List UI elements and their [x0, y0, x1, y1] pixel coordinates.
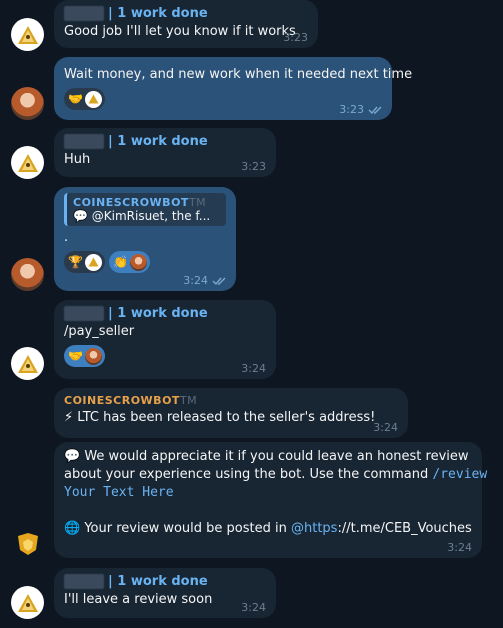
- message-text: Huh: [64, 152, 91, 167]
- message-time: 3:23: [339, 103, 364, 116]
- sender-name[interactable]: | 1 work done: [64, 306, 266, 323]
- bot-avatar[interactable]: [11, 527, 44, 560]
- message-text: /pay_seller: [64, 324, 135, 339]
- message-text: Good job I'll let you know if it works: [64, 24, 296, 39]
- reaction-clap[interactable]: 👏: [108, 251, 150, 273]
- double-check-icon: [368, 106, 382, 115]
- sender-name[interactable]: | 1 work done: [64, 6, 308, 23]
- message-bubble-7[interactable]: 💬 We would appreciate it if you could le…: [54, 442, 488, 558]
- sender-name-redacted: [64, 6, 104, 21]
- pyramid-avatar: [84, 90, 102, 108]
- message-time: 3:23: [283, 31, 308, 44]
- pyramid-avatar[interactable]: [11, 146, 44, 179]
- message-time: 3:24: [447, 541, 472, 554]
- reaction-trophy[interactable]: 🏆: [64, 251, 105, 273]
- message-bubble-3[interactable]: | 1 work done Huh 3:23: [54, 128, 276, 177]
- message-time: 3:24: [183, 274, 208, 287]
- message-text: ⚡ LTC has been released to the seller's …: [64, 410, 376, 425]
- command-example: Your Text Here: [64, 485, 174, 500]
- quote-sender: COINESCROWBOTTM: [73, 196, 207, 209]
- message-bubble-2[interactable]: Wait money, and new work when it needed …: [54, 57, 413, 120]
- sender-name[interactable]: | 1 work done: [64, 574, 266, 591]
- reactions: 🏆 👏: [64, 251, 226, 273]
- review-command[interactable]: /review: [432, 467, 487, 482]
- reaction-handshake[interactable]: 🤝: [64, 88, 105, 110]
- message-bubble-1[interactable]: | 1 work done Good job I'll let you know…: [54, 0, 318, 48]
- user-avatar[interactable]: [11, 258, 44, 291]
- message-bubble-5[interactable]: | 1 work done /pay_seller 🤝 3:24: [54, 300, 276, 379]
- message-text: I'll leave a review soon: [64, 592, 213, 607]
- message-text: Wait money, and new work when it needed …: [64, 67, 413, 82]
- message-line-4: 🌐 Your review would be posted in @https:…: [64, 521, 472, 536]
- pyramid-avatar: [84, 253, 102, 271]
- quote-text: 💬 @KimRisuet, the f...: [73, 209, 211, 223]
- message-line-2: about your experience using the bot. Use…: [64, 467, 488, 482]
- message-time: 3:23: [241, 160, 266, 173]
- reactions: 🤝: [64, 88, 382, 110]
- pyramid-icon: [17, 25, 38, 44]
- pyramid-icon: [17, 593, 38, 612]
- message-line-1: 💬 We would appreciate it if you could le…: [64, 449, 469, 464]
- pyramid-icon: [17, 153, 38, 172]
- message-time: 3:24: [241, 601, 266, 614]
- message-text: .: [64, 230, 69, 245]
- reaction-handshake[interactable]: 🤝: [64, 345, 105, 367]
- sender-name-redacted: [64, 306, 104, 321]
- message-time: 3:24: [241, 362, 266, 375]
- message-bubble-4[interactable]: COINESCROWBOTTM 💬 @KimRisuet, the f... .…: [54, 187, 236, 291]
- user-avatar[interactable]: [11, 87, 44, 120]
- pyramid-avatar[interactable]: [11, 18, 44, 51]
- message-time: 3:24: [373, 421, 398, 434]
- vouches-link[interactable]: @https: [291, 521, 337, 536]
- pyramid-icon: [17, 354, 38, 373]
- bot-shield-icon: [17, 532, 38, 555]
- message-bubble-8[interactable]: | 1 work done I'll leave a review soon 3…: [54, 568, 276, 618]
- double-check-icon: [212, 277, 226, 286]
- sender-name-redacted: [64, 574, 104, 589]
- sender-name[interactable]: | 1 work done: [64, 134, 266, 151]
- reply-quote[interactable]: COINESCROWBOTTM 💬 @KimRisuet, the f...: [64, 193, 226, 226]
- sender-name-redacted: [64, 134, 104, 149]
- message-bubble-6[interactable]: COINESCROWBOTTM ⚡ LTC has been released …: [54, 388, 408, 438]
- bot-sender-name[interactable]: COINESCROWBOTTM: [64, 394, 398, 407]
- pyramid-avatar[interactable]: [11, 347, 44, 380]
- reactions: 🤝: [64, 345, 266, 367]
- pyramid-avatar[interactable]: [11, 586, 44, 619]
- user-avatar: [84, 347, 102, 365]
- user-avatar: [129, 253, 147, 271]
